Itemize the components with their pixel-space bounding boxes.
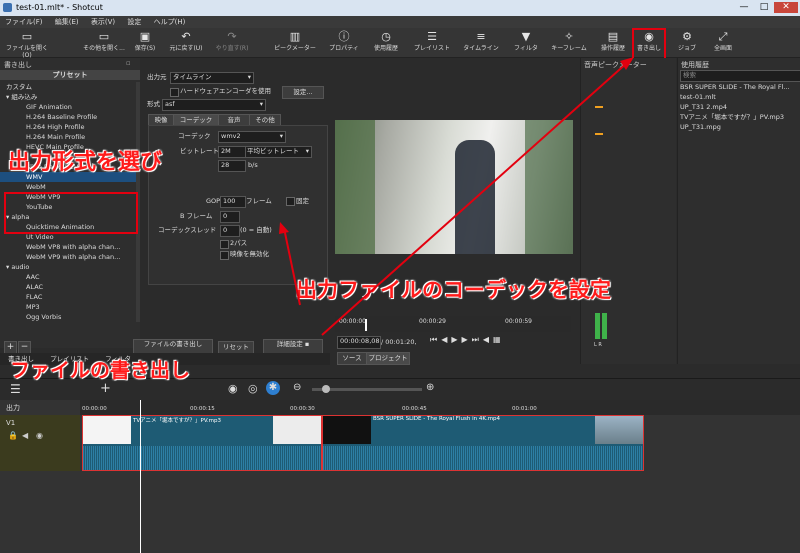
arrow-to-codec-tab bbox=[283, 227, 301, 306]
arrow-to-export bbox=[321, 61, 629, 336]
annotation-arrows bbox=[279, 57, 634, 336]
arrow-head-codec bbox=[279, 222, 289, 234]
